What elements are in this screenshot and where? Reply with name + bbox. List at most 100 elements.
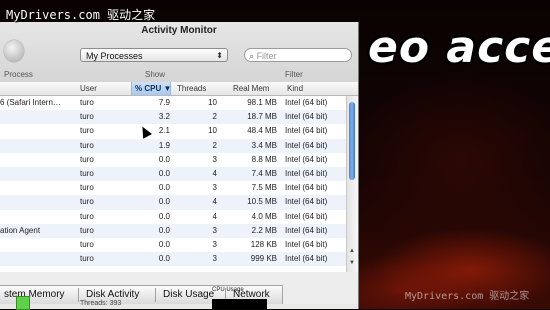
select-arrows-icon: ⬍ [216,51,223,60]
kind-cell: Intel (64 bit) [285,254,328,264]
table-row[interactable]: turo 0.0 4 10.5 MB Intel (64 bit) [0,195,346,210]
process-filter-select[interactable]: My Processes ⬍ [80,48,228,62]
process-name-cell: ation Agent [0,225,41,235]
column-header-cpu-label: % CPU [135,84,162,93]
user-cell: turo [80,112,94,122]
user-cell: turo [80,126,94,136]
table-row[interactable]: ation Agent turo 0.0 3 2.2 MB Intel (64 bit) [0,223,346,238]
user-cell: turo [80,225,94,235]
cpu-cell: 7.9 [158,98,170,107]
filter-input[interactable] [256,51,337,61]
table-row[interactable]: turo 0.0 3 999 KB Intel (64 bit) [0,252,346,267]
table-row[interactable]: 6 (Safari Intern… turo 7.9 10 98.1 MB Intel (… [0,96,346,110]
user-cell: turo [80,197,94,207]
kind-cell: Intel (64 bit) [285,112,328,122]
threads-label: Threads: [80,300,108,307]
user-cell: turo [80,183,94,193]
threads-cell: 3 [212,239,217,249]
toolbar-label-process: Process [4,70,33,79]
scroll-down-arrow-icon[interactable]: ▼ [349,260,355,266]
watermark-top: MyDrivers.com 驱动之家 [6,8,156,22]
threads-value: 393 [109,300,122,307]
user-cell: turo [80,98,94,107]
tab-system-memory[interactable]: stem Memory [4,286,65,304]
table-row[interactable]: turo 3.2 2 18.7 MB Intel (64 bit) [0,110,346,125]
threads-cell: 4 [212,211,217,221]
process-rows: 6 (Safari Intern… turo 7.9 10 98.1 MB Intel (… [0,96,346,267]
user-cell: turo [80,254,94,264]
user-cell: turo [80,168,94,178]
tab-divider [155,288,156,302]
cpu-cell: 0.0 [158,239,170,249]
real-mem-cell: 7.4 MB [251,168,277,178]
quit-process-icon[interactable] [4,40,24,62]
cpu-cell: 0.0 [158,183,170,193]
cpu-cell: 1.9 [158,140,170,150]
tab-divider [78,288,79,302]
real-mem-cell: 2.2 MB [251,225,277,235]
cpu-cell: 0.0 [158,197,170,207]
cpu-cell: 0.0 [158,254,170,264]
kind-cell: Intel (64 bit) [285,140,328,150]
cpu-usage-graph [212,299,267,309]
real-mem-cell: 8.8 MB [251,154,277,164]
process-filter-value: My Processes [86,51,143,61]
cpu-usage-label: CPU Usage [212,287,244,293]
kind-cell: Intel (64 bit) [285,239,328,249]
cpu-cell: 0.0 [158,154,170,164]
kind-cell: Intel (64 bit) [285,197,328,207]
column-header-kind[interactable]: Kind [287,82,303,95]
real-mem-cell: 4.0 MB [251,211,277,221]
user-cell: turo [80,154,94,164]
column-header-threads[interactable]: Threads [177,82,206,95]
table-row[interactable]: turo 1.9 2 3.4 MB Intel (64 bit) [0,138,346,153]
activity-monitor-window: Activity Monitor My Processes ⬍ ⌕ Proces… [0,22,359,309]
real-mem-cell: 7.5 MB [251,183,277,193]
kind-cell: Intel (64 bit) [285,98,328,107]
real-mem-cell: 999 KB [250,254,277,264]
window-title: Activity Monitor [141,25,217,36]
threads-cell: 2 [212,112,217,122]
threads-cell: 4 [212,168,217,178]
threads-cell: 3 [212,183,217,193]
scrollbar-thumb[interactable] [349,102,355,180]
real-mem-cell: 98.1 MB [247,98,277,107]
kind-cell: Intel (64 bit) [285,154,328,164]
process-table: User % CPU ▼ Threads Real Mem Kind 6 (Sa… [0,82,358,272]
search-icon: ⌕ [249,51,255,61]
threads-cell: 10 [208,98,217,107]
column-header-user[interactable]: User [80,82,97,95]
bottom-pane [0,304,358,309]
table-header: User % CPU ▼ Threads Real Mem Kind [0,82,358,96]
table-row[interactable]: turo 0.0 3 128 KB Intel (64 bit) [0,238,346,252]
real-mem-cell: 3.4 MB [251,140,277,150]
cpu-cell: 0.0 [158,211,170,221]
table-row[interactable]: turo 0.0 4 7.4 MB Intel (64 bit) [0,166,346,182]
table-row[interactable]: turo 0.0 3 7.5 MB Intel (64 bit) [0,181,346,195]
kind-cell: Intel (64 bit) [285,211,328,221]
column-header-cpu[interactable]: % CPU ▼ [131,82,171,95]
filter-search-field[interactable]: ⌕ [244,48,352,62]
table-row[interactable]: turo 2.1 10 48.4 MB Intel (64 bit) [0,124,346,138]
cpu-cell: 0.0 [158,225,170,235]
toolbar-label-show: Show [145,70,166,79]
table-row[interactable]: turo 0.0 4 4.0 MB Intel (64 bit) [0,210,346,224]
real-mem-cell: 18.7 MB [247,112,277,122]
scroll-up-arrow-icon[interactable]: ▲ [349,248,355,254]
threads-cell: 4 [212,197,217,207]
table-row[interactable]: turo 0.0 3 8.8 MB Intel (64 bit) [0,153,346,167]
threads-cell: 3 [212,254,217,264]
column-header-real-mem[interactable]: Real Mem [233,82,269,95]
kind-cell: Intel (64 bit) [285,168,328,178]
cpu-cell: 3.2 [158,112,170,122]
background-video-title: eo acce [368,22,550,73]
sort-descending-icon: ▼ [163,84,172,93]
watermark-bottom: MyDrivers.com 驱动之家 [405,291,530,302]
cpu-cell: 0.0 [158,168,170,178]
vertical-scrollbar[interactable]: ▲ ▼ [346,96,358,272]
tab-disk-usage[interactable]: Disk Usage [163,286,214,304]
threads-cell: 3 [212,154,217,164]
threads-cell: 3 [212,225,217,235]
user-cell: turo [80,211,94,221]
user-cell: turo [80,140,94,150]
